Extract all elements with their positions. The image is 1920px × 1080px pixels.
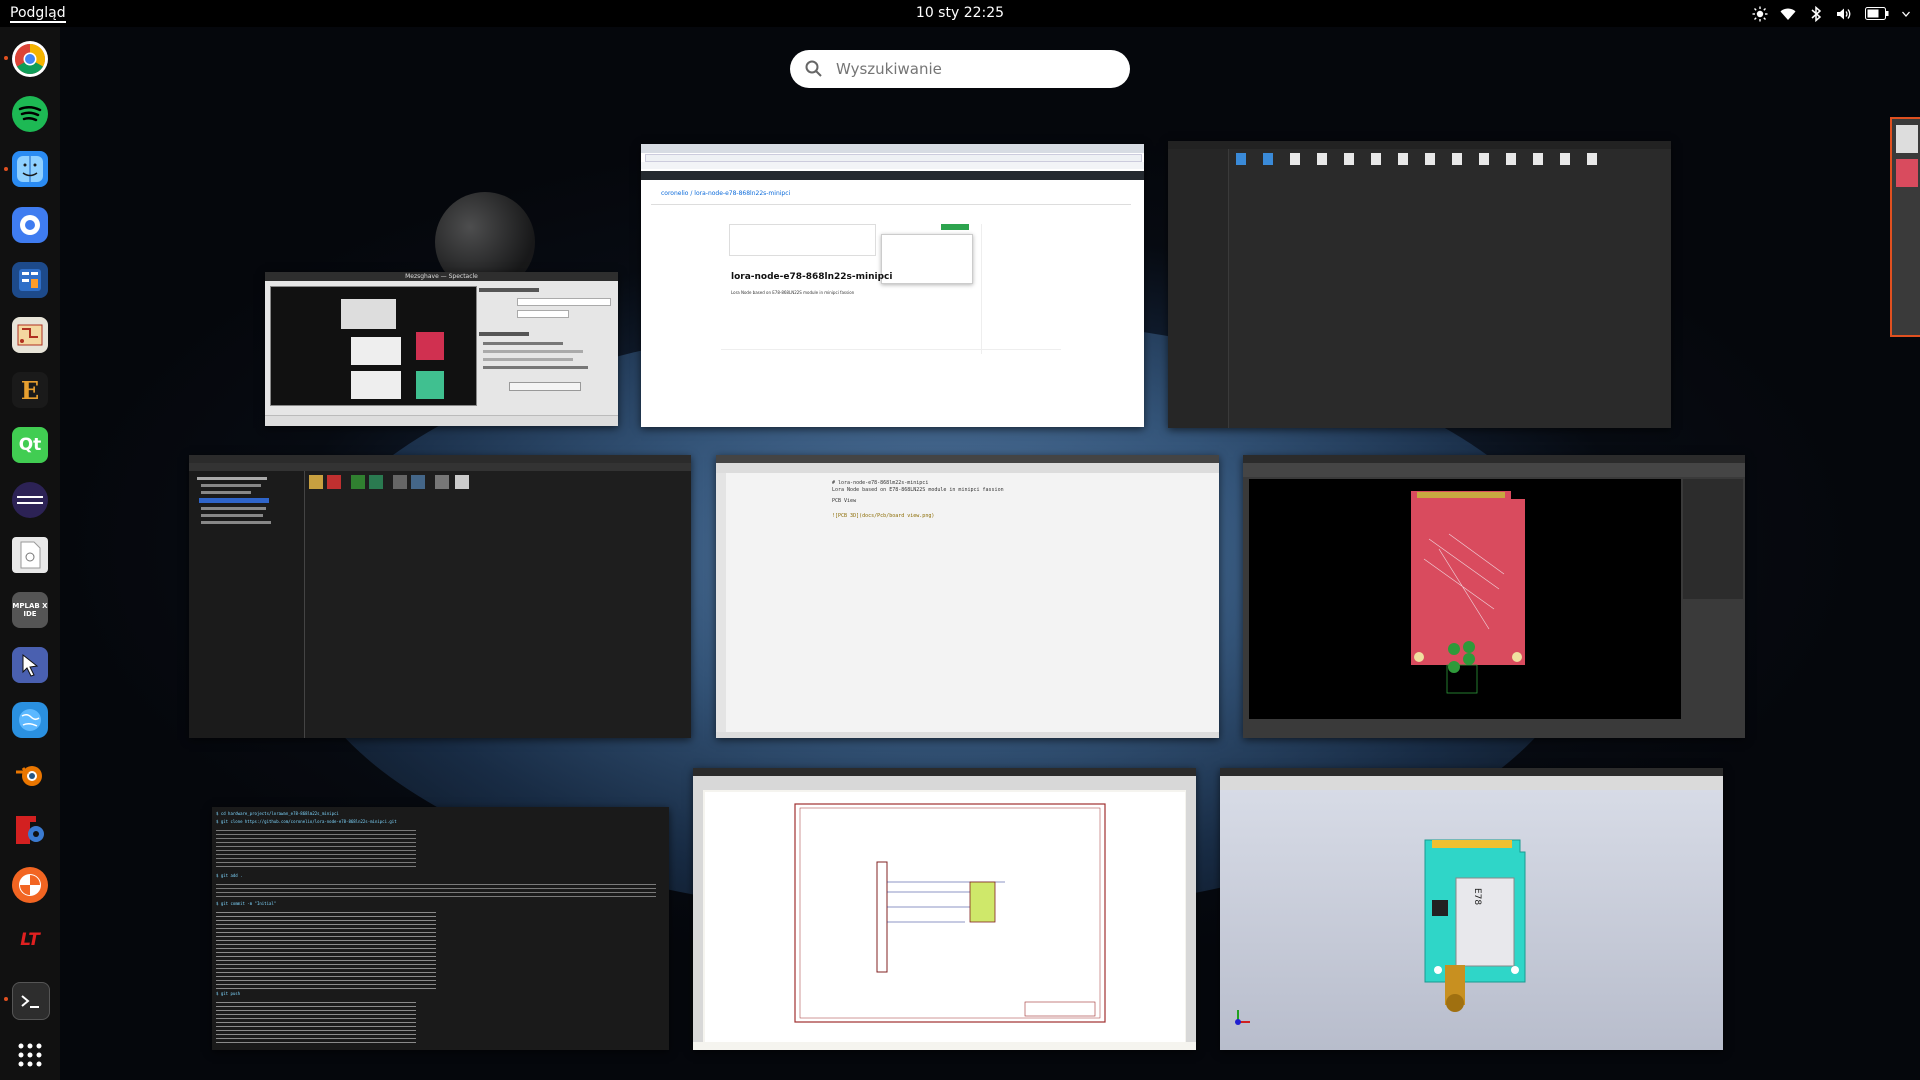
chat-icon[interactable] <box>12 207 48 243</box>
terminal-cmd-4: $ git commit -m "Initial" <box>216 901 277 906</box>
module-label: E78 <box>1472 888 1482 906</box>
file-item[interactable] <box>1290 153 1300 165</box>
search-bar[interactable] <box>790 50 1130 88</box>
window-schematic[interactable] <box>693 768 1196 1050</box>
file-item[interactable] <box>1587 153 1597 165</box>
tool-buttons <box>309 475 469 489</box>
cursor-app-icon[interactable] <box>12 647 48 683</box>
e-app-label: E <box>20 375 40 405</box>
file-sidebar <box>1168 149 1229 428</box>
project-tree <box>189 471 305 738</box>
finder-icon[interactable] <box>12 151 48 187</box>
qt-icon[interactable]: Qt <box>12 427 48 463</box>
window-3d-viewer[interactable]: E78 <box>1220 768 1723 1050</box>
schematic-drawing <box>705 792 1185 1042</box>
running-indicator <box>4 997 8 1001</box>
lt-label: LT <box>20 930 40 950</box>
repo-path[interactable]: coronelio / lora-node-e78-868ln22s-minip… <box>661 190 790 197</box>
dock: E Qt MPLAB X IDE LT <box>0 27 60 1080</box>
mplab-icon[interactable]: MPLAB X IDE <box>12 592 48 628</box>
file-item[interactable] <box>1371 153 1381 165</box>
eclipse-icon[interactable] <box>12 482 48 518</box>
app-grid-icon[interactable] <box>12 1037 48 1073</box>
file-item[interactable] <box>1425 153 1435 165</box>
screenshot-preview <box>270 286 477 406</box>
window-terminal[interactable]: $ cd hardware_projects/lorawan_e78-868lm… <box>212 807 669 1050</box>
window-ide[interactable] <box>189 455 691 738</box>
search-input[interactable] <box>834 59 1118 79</box>
mplab-label: MPLAB X IDE <box>12 602 48 618</box>
window-text-editor[interactable]: # lora-node-e78-868lm22s-minipci Lora No… <box>716 455 1219 738</box>
terminal-icon[interactable] <box>12 982 50 1020</box>
chevron-down-icon[interactable] <box>1902 6 1910 22</box>
file-item[interactable] <box>1560 153 1570 165</box>
terminal-cmd-2: $ git clone https://github.com/coronelio… <box>216 819 397 824</box>
running-indicator <box>4 167 8 171</box>
calculator-icon[interactable] <box>12 262 48 298</box>
terminal-cmd-3: $ git add . <box>216 873 243 878</box>
window-file-manager[interactable] <box>1168 141 1671 428</box>
readme-description: Lora Node based on E78-868LN22S module i… <box>731 290 855 295</box>
terminal-cmd-5: $ git push <box>216 991 241 996</box>
swirl-icon[interactable] <box>12 867 48 903</box>
file-item[interactable] <box>1344 153 1354 165</box>
activities-button[interactable]: Podgląd <box>0 0 80 27</box>
editor-line-4: ![PCB 3D](docs/Pcb/board view.png) <box>832 513 935 519</box>
brightness-icon[interactable] <box>1752 6 1768 22</box>
options-panel <box>479 288 614 391</box>
search-icon <box>805 60 822 77</box>
window-browser[interactable]: coronelio / lora-node-e78-868ln22s-minip… <box>641 144 1144 427</box>
workspace-thumbnail[interactable] <box>1890 117 1920 337</box>
clock[interactable]: 10 sty 22:25 <box>0 0 1920 27</box>
qt-label: Qt <box>18 435 42 455</box>
lt-icon[interactable]: LT <box>12 922 48 958</box>
pcb-canvas[interactable] <box>1249 479 1681 719</box>
file-item[interactable] <box>1263 153 1273 165</box>
spotify-icon[interactable] <box>12 96 48 132</box>
chrome-icon[interactable] <box>12 41 48 77</box>
file-icon[interactable] <box>12 537 48 573</box>
system-tray[interactable] <box>1752 0 1910 27</box>
running-indicator <box>4 56 8 60</box>
editor-line-3: PCB View <box>832 498 857 504</box>
pcb-board-drawing <box>1411 491 1525 694</box>
wifi-icon[interactable] <box>1780 6 1796 22</box>
activities-label: Podgląd <box>10 5 66 23</box>
battery-icon[interactable] <box>1864 6 1890 22</box>
readme-title: lora-node-e78-868ln22s-minipci <box>731 272 893 282</box>
bluetooth-icon[interactable] <box>1808 5 1824 22</box>
file-item[interactable] <box>1398 153 1408 165</box>
file-item[interactable] <box>1317 153 1327 165</box>
blender-icon[interactable] <box>12 757 48 793</box>
window-pcb-editor[interactable] <box>1243 455 1745 738</box>
file-item[interactable] <box>1236 153 1246 165</box>
top-bar: Podgląd 10 sty 22:25 <box>0 0 1920 27</box>
file-item[interactable] <box>1506 153 1516 165</box>
pcb-3d-model <box>1220 790 1723 1050</box>
terminal-cmd-1: $ cd hardware_projects/lorawan_e78-868lm… <box>216 811 339 816</box>
file-grid <box>1236 153 1666 193</box>
editor-line-2: Lora Node based on E78-868LN22S module i… <box>832 487 1004 493</box>
e-app-icon[interactable]: E <box>12 372 48 408</box>
file-item[interactable] <box>1452 153 1462 165</box>
window-title: Mezsghave — Spectacle <box>405 273 478 280</box>
kicad-pcb-icon[interactable] <box>12 317 48 353</box>
editor-line-1: # lora-node-e78-868lm22s-minipci <box>832 480 929 486</box>
window-spectacle[interactable]: Mezsghave — Spectacle <box>265 272 618 426</box>
volume-icon[interactable] <box>1836 6 1852 22</box>
file-item[interactable] <box>1533 153 1543 165</box>
globe-icon[interactable] <box>12 702 48 738</box>
freecad-icon[interactable] <box>12 812 48 848</box>
file-item[interactable] <box>1479 153 1489 165</box>
